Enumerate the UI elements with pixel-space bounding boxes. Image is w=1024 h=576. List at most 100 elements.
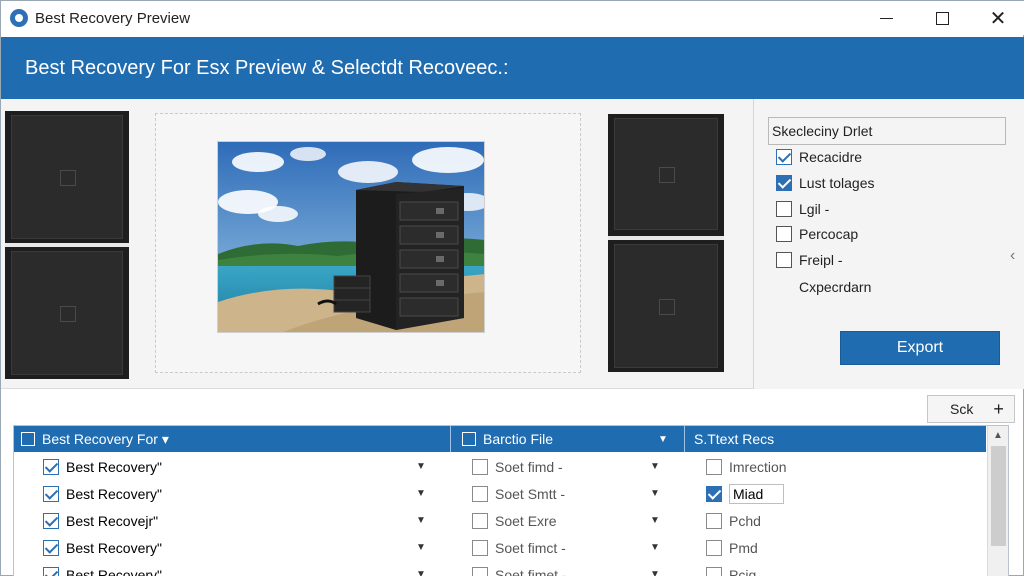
- table-scrollbar[interactable]: ▲: [987, 426, 1008, 576]
- option-item[interactable]: Recacidre: [776, 146, 862, 168]
- column-header-label: Best Recovery For ▾: [42, 430, 169, 447]
- row-file-checkbox[interactable]: [472, 485, 488, 502]
- server-bay-icon: [614, 118, 718, 230]
- title-bar: Best Recovery Preview ✕: [1, 1, 1024, 35]
- table-row[interactable]: Best Recovejr" ▼ Soet Exre ▼ Pchd: [14, 507, 986, 534]
- option-label: Lust tolages: [799, 175, 875, 191]
- maximize-icon: [935, 11, 949, 25]
- row-name: Best Recovejr": [66, 512, 159, 529]
- row-checkbox[interactable]: [43, 485, 59, 502]
- row-file-checkbox[interactable]: [472, 512, 488, 529]
- row-file-checkbox[interactable]: [472, 539, 488, 556]
- row-name: Best Recovery": [66, 485, 163, 502]
- column-divider: [450, 426, 451, 452]
- window-title: Best Recovery Preview: [35, 9, 191, 27]
- row-file-checkbox[interactable]: [472, 566, 488, 576]
- checkbox-unchecked[interactable]: [776, 201, 792, 217]
- row-select-checkbox[interactable]: [706, 485, 722, 502]
- options-panel: Skecleciny Drlet Recacidre Lust tolages …: [753, 99, 1024, 389]
- chevron-down-icon[interactable]: ▼: [416, 515, 426, 526]
- row-file: Soet fimet -: [495, 566, 567, 576]
- chevron-down-icon[interactable]: ▼: [416, 542, 426, 553]
- chevron-down-icon[interactable]: ▼: [650, 488, 660, 499]
- row-file: Soet Exre: [495, 512, 557, 529]
- gear-icon: [10, 9, 28, 27]
- row-file-checkbox[interactable]: [472, 458, 488, 475]
- option-label: Recacidre: [799, 149, 863, 165]
- row-name: Best Recovery": [66, 458, 163, 475]
- table-row[interactable]: Best Recovery" ▼ Soet Smtt - ▼ Miad: [14, 480, 986, 507]
- app-header: Best Recovery For Esx Preview & Selectdt…: [1, 37, 1024, 99]
- chevron-down-icon[interactable]: ▼: [650, 461, 660, 472]
- row-select-checkbox[interactable]: [706, 512, 722, 529]
- chevron-down-icon[interactable]: ▼: [416, 569, 426, 576]
- option-item[interactable]: Lgil -: [776, 198, 829, 220]
- chevron-down-icon[interactable]: ▼: [650, 569, 660, 576]
- export-button[interactable]: Export: [840, 331, 1000, 365]
- chevron-down-icon[interactable]: ▼: [416, 488, 426, 499]
- row-checkbox[interactable]: [43, 458, 59, 475]
- server-on-beach-illustration: [218, 142, 484, 332]
- server-bay-icon: [11, 251, 123, 375]
- option-label: Percocap: [799, 226, 859, 242]
- table-row[interactable]: Best Recovery" ▼ Soet fimct - ▼ Pmd: [14, 534, 986, 561]
- row-select-checkbox[interactable]: [706, 566, 722, 576]
- server-bay-icon: [614, 244, 718, 368]
- chevron-left-icon[interactable]: ‹: [1010, 247, 1015, 265]
- row-select: Pchd: [729, 512, 761, 529]
- preview-image[interactable]: [217, 141, 485, 333]
- row-select-checkbox[interactable]: [706, 539, 722, 556]
- thumbnail-left[interactable]: [5, 111, 129, 379]
- row-select: Imrection: [729, 458, 787, 475]
- column-header-select[interactable]: S.Ttext Recs: [694, 426, 774, 452]
- row-select-checkbox[interactable]: [706, 458, 722, 475]
- column-header-file[interactable]: Barctio File: [462, 426, 553, 452]
- row-file: Soet Smtt -: [495, 485, 566, 502]
- chevron-down-icon[interactable]: ▼: [650, 542, 660, 553]
- row-select-editing[interactable]: Miad: [729, 483, 785, 504]
- checkbox-unchecked[interactable]: [776, 226, 792, 242]
- column-divider: [684, 426, 685, 452]
- mini-toolbar-label[interactable]: Sck: [950, 401, 973, 417]
- option-extra-label: Cxpecrdarn: [799, 279, 872, 295]
- thumbnail-right[interactable]: [608, 114, 724, 372]
- select-all-checkbox[interactable]: [21, 432, 35, 446]
- checkbox-unchecked[interactable]: [776, 252, 792, 268]
- scrollbar-thumb[interactable]: [991, 446, 1006, 546]
- row-select: Pmd: [729, 539, 758, 556]
- row-name: Best Recovery": [66, 566, 163, 576]
- thumbnail-divider: [608, 236, 724, 240]
- thumbnail-divider: [5, 243, 129, 247]
- table-row[interactable]: Best Recovery" ▼ Soet fimet - ▼ Pcig: [14, 561, 986, 576]
- row-checkbox[interactable]: [43, 512, 59, 529]
- chevron-down-icon[interactable]: ▼: [650, 515, 660, 526]
- column-header-name[interactable]: Best Recovery For ▾: [21, 426, 169, 452]
- row-checkbox[interactable]: [43, 539, 59, 556]
- column-header-label: Barctio File: [483, 431, 554, 447]
- maximize-button[interactable]: [919, 1, 965, 35]
- checkbox-checked[interactable]: [776, 149, 792, 165]
- chevron-down-icon[interactable]: ▼: [416, 461, 426, 472]
- option-item[interactable]: Freipl -: [776, 249, 843, 271]
- checkbox-checked[interactable]: [776, 175, 792, 191]
- row-checkbox[interactable]: [43, 566, 59, 576]
- mini-toolbar: Sck +: [927, 395, 1015, 423]
- close-button[interactable]: ✕: [975, 1, 1021, 35]
- minimize-icon: [879, 17, 893, 19]
- plus-icon[interactable]: +: [993, 399, 1004, 420]
- minimize-button[interactable]: [863, 1, 909, 35]
- table-row[interactable]: Best Recovery" ▼ Soet fimd - ▼ Imrection: [14, 453, 986, 480]
- row-select: Pcig: [729, 566, 757, 576]
- preview-area: [1, 99, 753, 389]
- chevron-up-icon[interactable]: ▲: [993, 430, 1003, 441]
- header-title: Best Recovery For Esx Preview & Selectdt…: [25, 57, 509, 79]
- server-bay-icon: [11, 115, 123, 239]
- option-item[interactable]: Percocap: [776, 223, 858, 245]
- option-item[interactable]: Lust tolages: [776, 172, 875, 194]
- column-header-label: S.Ttext Recs: [694, 431, 775, 447]
- row-file: Soet fimct -: [495, 539, 566, 556]
- option-label: Lgil -: [799, 201, 830, 217]
- chevron-down-icon[interactable]: ▼: [652, 426, 668, 452]
- row-name: Best Recovery": [66, 539, 163, 556]
- column-checkbox[interactable]: [462, 432, 476, 446]
